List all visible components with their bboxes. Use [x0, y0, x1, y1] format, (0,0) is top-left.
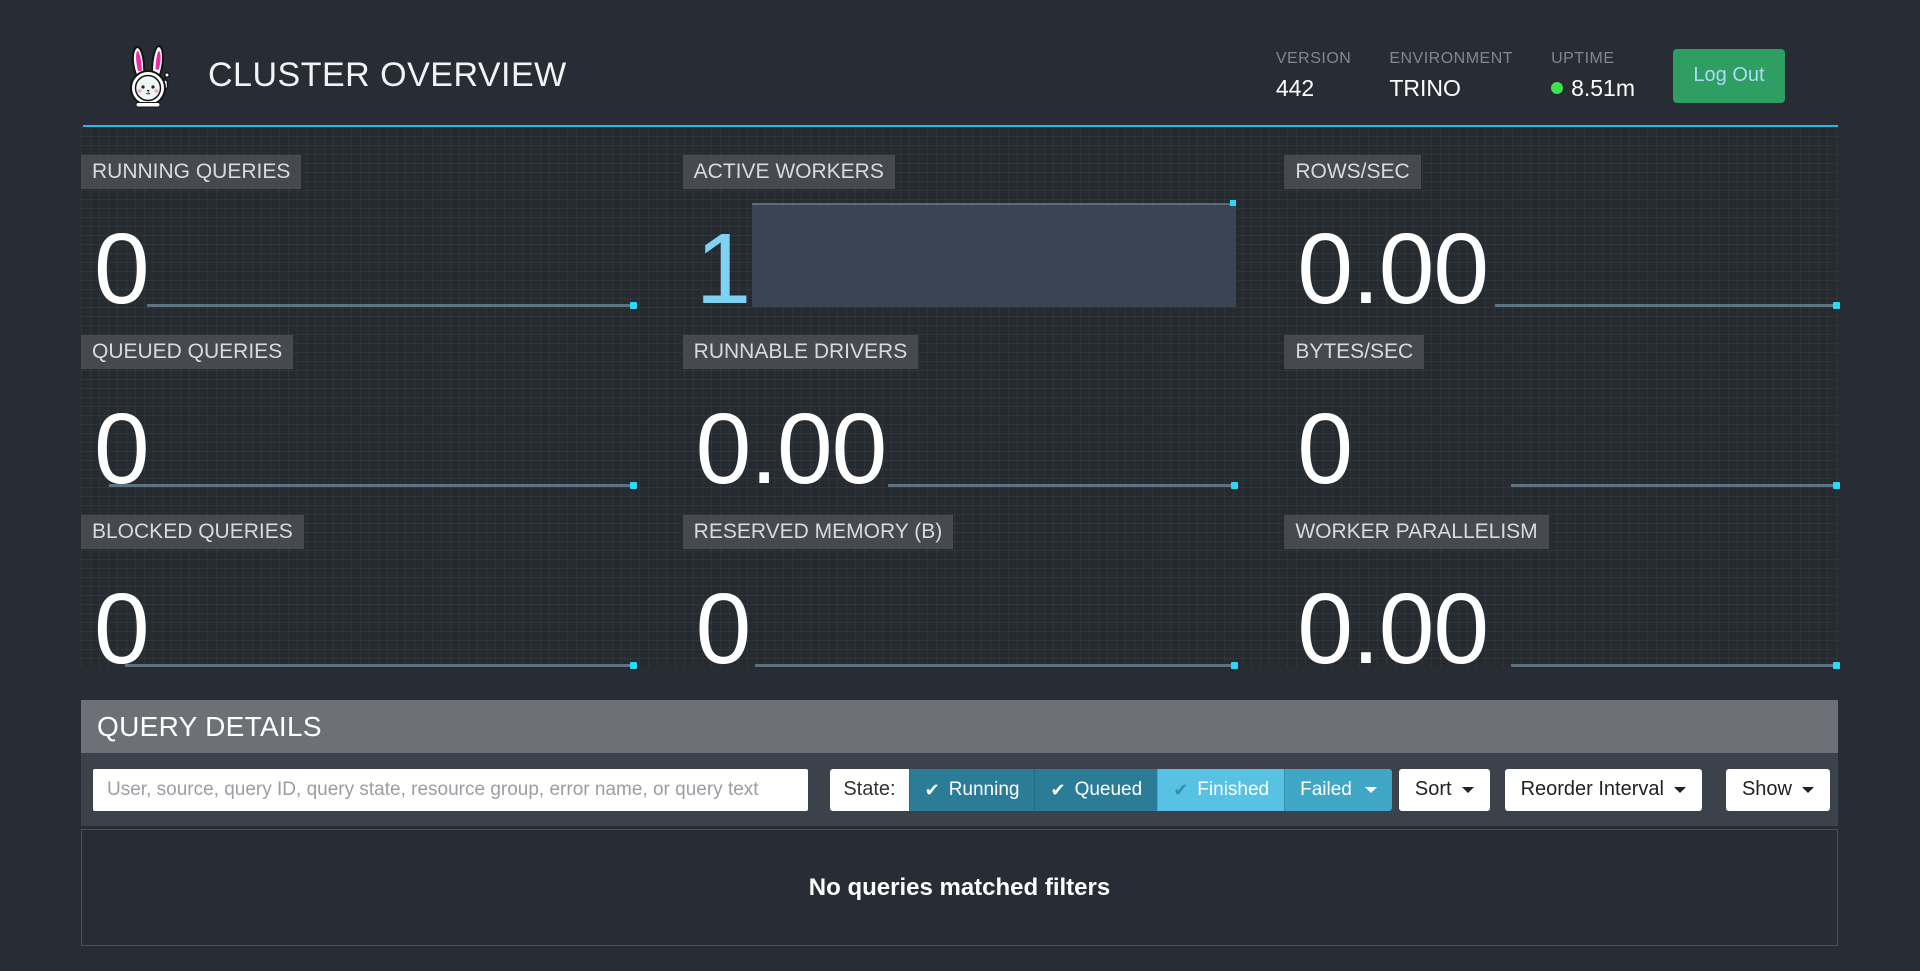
- stat-label-rows-sec: ROWS/SEC: [1284, 155, 1420, 189]
- stat-label-running-queries: RUNNING QUERIES: [81, 155, 301, 189]
- query-details-header: QUERY DETAILS: [81, 700, 1838, 753]
- sparkline-dot-icon: [1231, 662, 1238, 669]
- stat-card-active-workers: ACTIVE WORKERS 1: [683, 127, 1237, 307]
- check-icon: ✔: [1173, 781, 1188, 799]
- stat-label-worker-parallelism: WORKER PARALLELISM: [1284, 515, 1548, 549]
- stat-label-active-workers: ACTIVE WORKERS: [683, 155, 895, 189]
- logout-button[interactable]: Log Out: [1673, 49, 1785, 103]
- meta-environment: ENVIRONMENT TRINO: [1389, 50, 1513, 102]
- sparkline-chart: [755, 664, 1237, 667]
- area-chart: [752, 203, 1236, 307]
- reorder-interval-dropdown-button[interactable]: Reorder Interval: [1505, 769, 1702, 811]
- empty-message: No queries matched filters: [809, 874, 1110, 902]
- query-details-section: QUERY DETAILS State: ✔ Running ✔ Queued …: [81, 700, 1838, 946]
- caret-down-icon: [1462, 787, 1474, 793]
- meta-environment-label: ENVIRONMENT: [1389, 50, 1513, 68]
- state-filter-label: State:: [830, 769, 908, 811]
- header: CLUSTER OVERVIEW VERSION 442 ENVIRONMENT…: [0, 0, 1920, 125]
- stat-card-running-queries: RUNNING QUERIES 0: [81, 127, 635, 307]
- stat-card-runnable-drivers: RUNNABLE DRIVERS 0.00: [683, 307, 1237, 487]
- stat-value-running-queries: 0: [94, 219, 149, 319]
- check-icon: ✔: [1050, 781, 1065, 799]
- stat-card-bytes-sec: BYTES/SEC 0: [1284, 307, 1838, 487]
- caret-down-icon: [1365, 787, 1377, 793]
- state-filter-button-label: Failed: [1300, 779, 1352, 801]
- cluster-overview-page: CLUSTER OVERVIEW VERSION 442 ENVIRONMENT…: [0, 0, 1920, 971]
- stats-grid: RUNNING QUERIES 0 ACTIVE WORKERS 1 ROWS/…: [81, 127, 1838, 667]
- stat-label-bytes-sec: BYTES/SEC: [1284, 335, 1424, 369]
- state-filter-running[interactable]: ✔ Running: [909, 769, 1035, 811]
- meta-uptime-value: 8.51m: [1551, 75, 1635, 102]
- uptime-status-dot-icon: [1551, 82, 1563, 94]
- stat-card-blocked-queries: BLOCKED QUERIES 0: [81, 487, 635, 667]
- meta-uptime: UPTIME 8.51m: [1551, 50, 1635, 102]
- stat-label-runnable-drivers: RUNNABLE DRIVERS: [683, 335, 919, 369]
- toolbar-dropdown-buttons: Sort Reorder Interval Show: [1392, 769, 1830, 811]
- stat-card-queued-queries: QUEUED QUERIES 0: [81, 307, 635, 487]
- check-icon: ✔: [925, 781, 940, 799]
- toolbar-button-label: Show: [1742, 778, 1792, 801]
- meta-uptime-label: UPTIME: [1551, 50, 1635, 68]
- stat-value-active-workers: 1: [696, 219, 751, 319]
- stat-value-worker-parallelism: 0.00: [1297, 579, 1488, 679]
- sort-dropdown-button[interactable]: Sort: [1399, 769, 1490, 811]
- meta-environment-value: TRINO: [1389, 75, 1513, 102]
- stat-card-worker-parallelism: WORKER PARALLELISM 0.00: [1284, 487, 1838, 667]
- state-filter-queued[interactable]: ✔ Queued: [1034, 769, 1157, 811]
- stat-label-queued-queries: QUEUED QUERIES: [81, 335, 293, 369]
- show-dropdown-button[interactable]: Show: [1726, 769, 1830, 811]
- sparkline-dot-icon: [1230, 200, 1236, 206]
- sparkline-chart: [125, 664, 634, 667]
- stat-value-rows-sec: 0.00: [1297, 219, 1488, 319]
- stat-value-bytes-sec: 0: [1297, 399, 1352, 499]
- caret-down-icon: [1802, 787, 1814, 793]
- stat-label-blocked-queries: BLOCKED QUERIES: [81, 515, 304, 549]
- state-filter-button-label: Running: [949, 779, 1020, 801]
- stat-card-reserved-memory: RESERVED MEMORY (B) 0: [683, 487, 1237, 667]
- state-filter-group: State: ✔ Running ✔ Queued ✔ Finished Fai…: [830, 769, 1392, 811]
- sparkline-dot-icon: [1833, 662, 1840, 669]
- toolbar-button-label: Reorder Interval: [1521, 778, 1664, 801]
- header-meta: VERSION 442 ENVIRONMENT TRINO UPTIME 8.5…: [1276, 49, 1785, 103]
- meta-version: VERSION 442: [1276, 50, 1352, 102]
- sparkline-dot-icon: [630, 662, 637, 669]
- stat-value-reserved-memory: 0: [696, 579, 751, 679]
- sparkline-chart: [1511, 664, 1838, 667]
- query-details-toolbar: State: ✔ Running ✔ Queued ✔ Finished Fai…: [81, 753, 1838, 826]
- stat-label-reserved-memory: RESERVED MEMORY (B): [683, 515, 954, 549]
- state-filter-failed[interactable]: Failed: [1284, 769, 1392, 811]
- page-title: CLUSTER OVERVIEW: [208, 56, 567, 95]
- trino-bunny-logo: [122, 44, 176, 108]
- query-list-empty-state: No queries matched filters: [81, 829, 1838, 946]
- state-filter-button-label: Queued: [1075, 779, 1143, 801]
- meta-version-value: 442: [1276, 75, 1352, 102]
- state-filter-button-label: Finished: [1197, 779, 1269, 801]
- caret-down-icon: [1674, 787, 1686, 793]
- stat-value-runnable-drivers: 0.00: [696, 399, 887, 499]
- state-filter-finished[interactable]: ✔ Finished: [1157, 769, 1284, 811]
- meta-version-label: VERSION: [1276, 50, 1352, 68]
- stat-card-rows-sec: ROWS/SEC 0.00: [1284, 127, 1838, 307]
- query-search-input[interactable]: [93, 769, 808, 811]
- toolbar-button-label: Sort: [1415, 778, 1452, 801]
- uptime-value-text: 8.51m: [1571, 75, 1635, 102]
